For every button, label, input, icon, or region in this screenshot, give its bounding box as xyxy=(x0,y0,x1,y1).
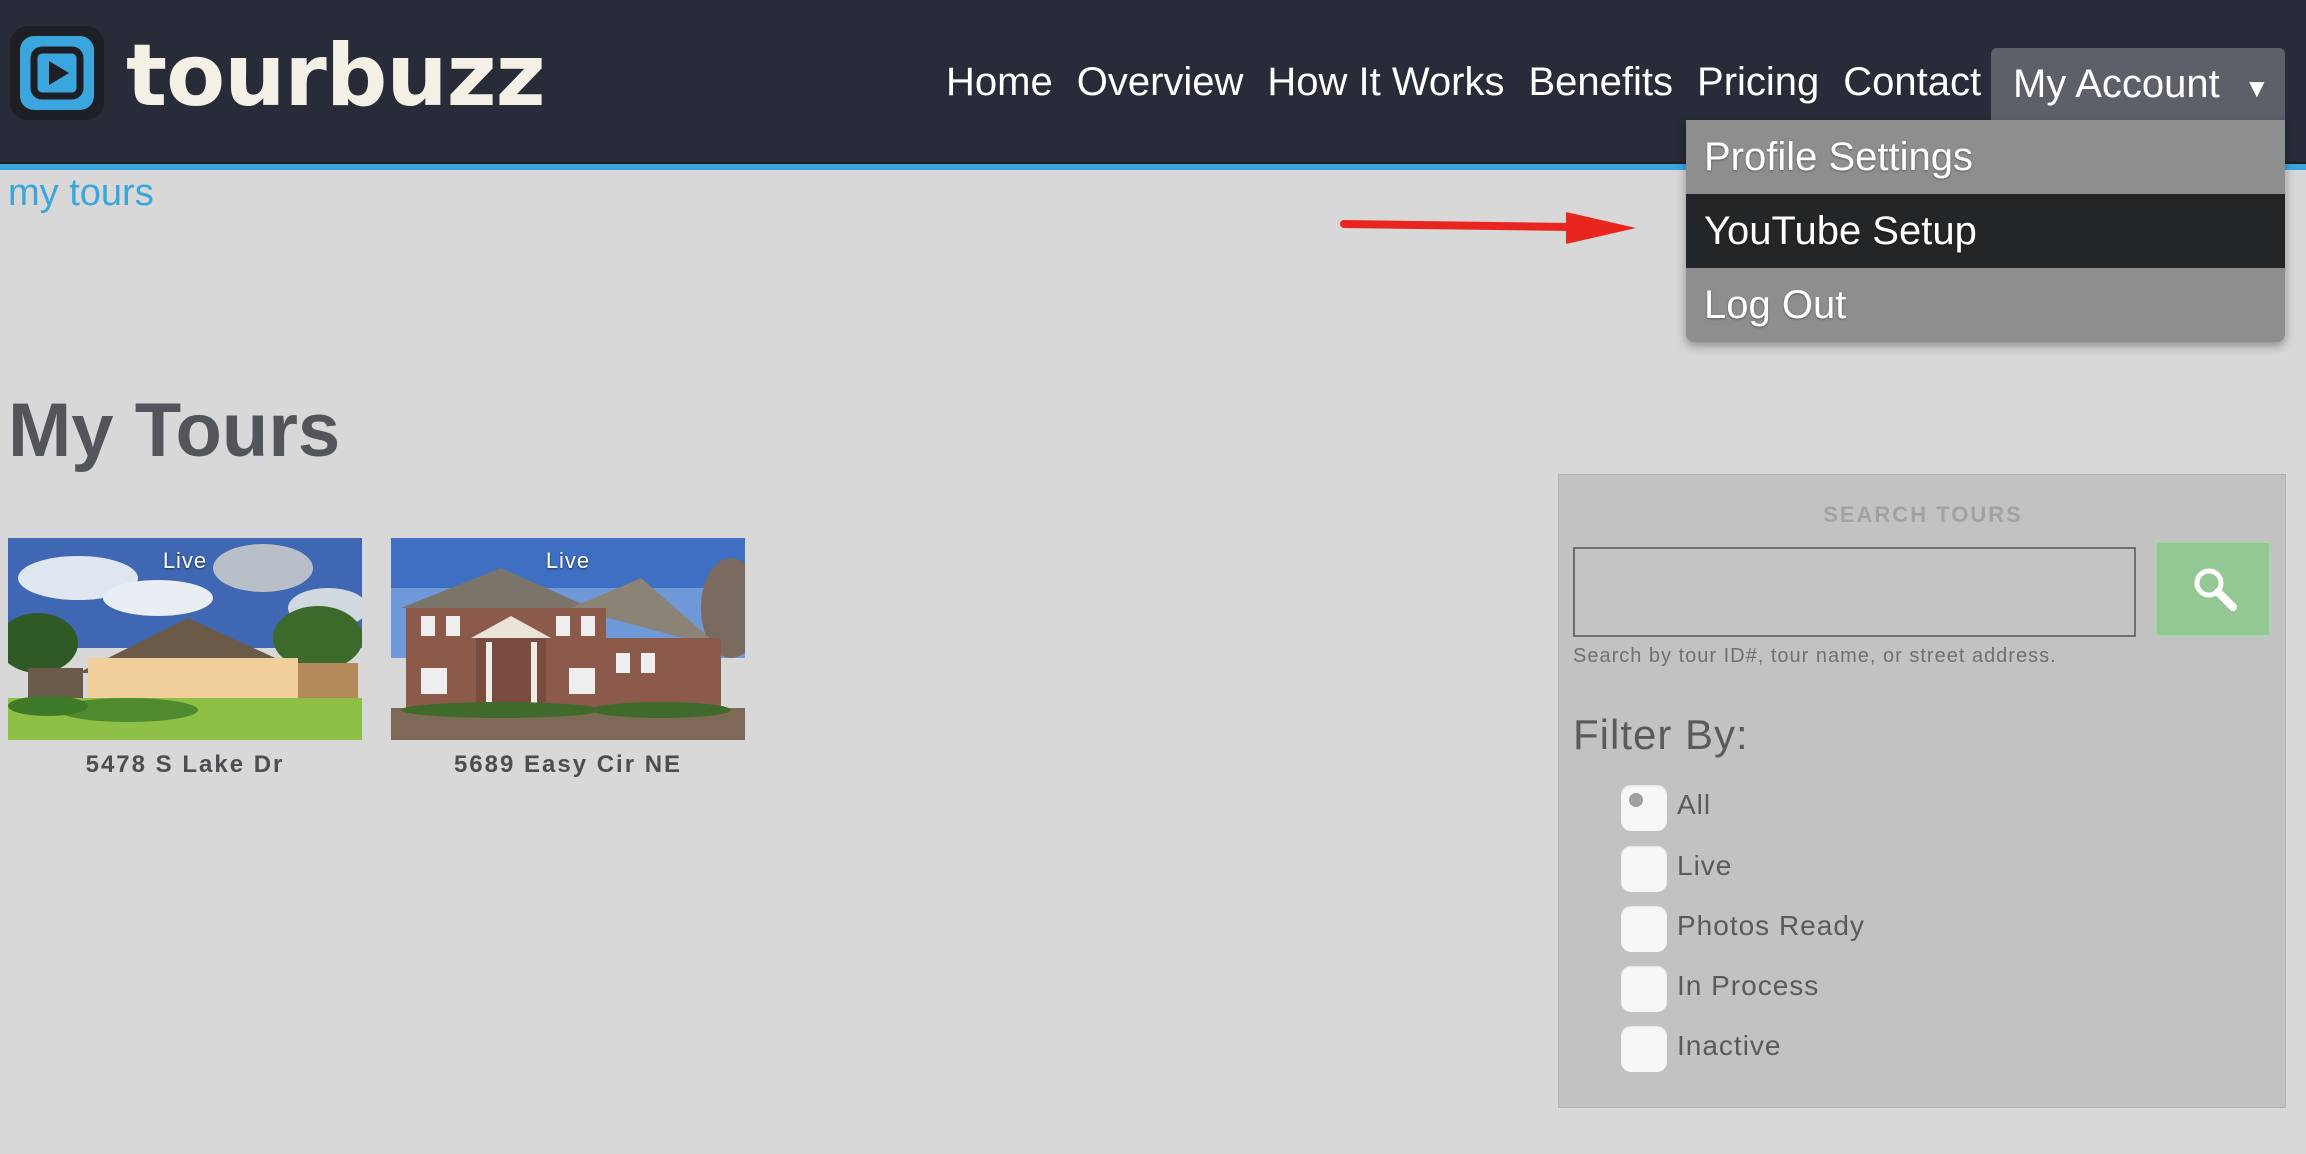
magnifier-icon xyxy=(2194,568,2237,611)
menu-item-log-out[interactable]: Log Out xyxy=(1686,268,2285,342)
radio-button[interactable] xyxy=(1621,966,1667,1012)
tour-address[interactable]: 5478 S Lake Dr xyxy=(8,750,362,780)
nav-home[interactable]: Home xyxy=(946,56,1053,108)
tour-address[interactable]: 5689 Easy Cir NE xyxy=(391,750,745,780)
menu-item-profile-settings[interactable]: Profile Settings xyxy=(1686,120,2285,194)
tour-status-badge: Live xyxy=(162,548,208,573)
filter-heading: Filter By: xyxy=(1573,711,1749,758)
tour-status-badge: Live xyxy=(545,548,591,573)
filter-label: In Process xyxy=(1677,970,1820,1001)
nav-how-it-works[interactable]: How It Works xyxy=(1267,56,1504,108)
nav-overview[interactable]: Overview xyxy=(1077,56,1244,108)
search-panel: SEARCH TOURS Search by tour ID#, tour na… xyxy=(1558,474,2286,1108)
search-hint: Search by tour ID#, tour name, or street… xyxy=(1573,645,2057,667)
radio-button[interactable] xyxy=(1621,906,1667,952)
nav-benefits[interactable]: Benefits xyxy=(1528,56,1673,108)
main-nav: Home Overview How It Works Benefits Pric… xyxy=(946,56,1981,108)
filter-label: Photos Ready xyxy=(1677,910,1865,941)
search-button[interactable] xyxy=(2155,541,2271,637)
tour-thumbnail[interactable]: Live xyxy=(391,538,745,740)
menu-item-youtube-setup[interactable]: YouTube Setup xyxy=(1686,194,2285,268)
filter-label: All xyxy=(1677,789,1712,820)
tour-card[interactable]: Live 5689 Easy Cir NE xyxy=(391,538,745,780)
page-title: My Tours xyxy=(8,388,341,473)
brand-name[interactable]: tourbuzz xyxy=(126,28,546,124)
subnav-my-tours[interactable]: my tours xyxy=(8,168,154,218)
nav-contact[interactable]: Contact xyxy=(1843,56,1981,108)
radio-button[interactable] xyxy=(1621,1026,1667,1072)
filter-label: Live xyxy=(1677,850,1733,881)
my-account-menu-button[interactable]: My Account ▼ xyxy=(1991,48,2285,120)
annotation-arrow-icon xyxy=(1340,212,1636,244)
search-panel-title: SEARCH TOURS xyxy=(1823,502,2023,527)
account-dropdown-menu: Profile Settings YouTube Setup Log Out xyxy=(1686,120,2285,342)
filter-label: Inactive xyxy=(1677,1030,1782,1061)
radio-button[interactable] xyxy=(1621,846,1667,892)
my-account-label: My Account xyxy=(2013,62,2220,106)
tour-card[interactable]: Live 5478 S Lake Dr xyxy=(8,538,362,780)
caret-down-icon: ▼ xyxy=(2244,73,2270,103)
tourbuzz-logo-icon[interactable] xyxy=(10,26,104,120)
tour-thumbnail[interactable]: Live xyxy=(8,538,362,740)
nav-pricing[interactable]: Pricing xyxy=(1697,56,1819,108)
search-input[interactable] xyxy=(1573,547,2136,637)
radio-button[interactable] xyxy=(1621,785,1667,831)
